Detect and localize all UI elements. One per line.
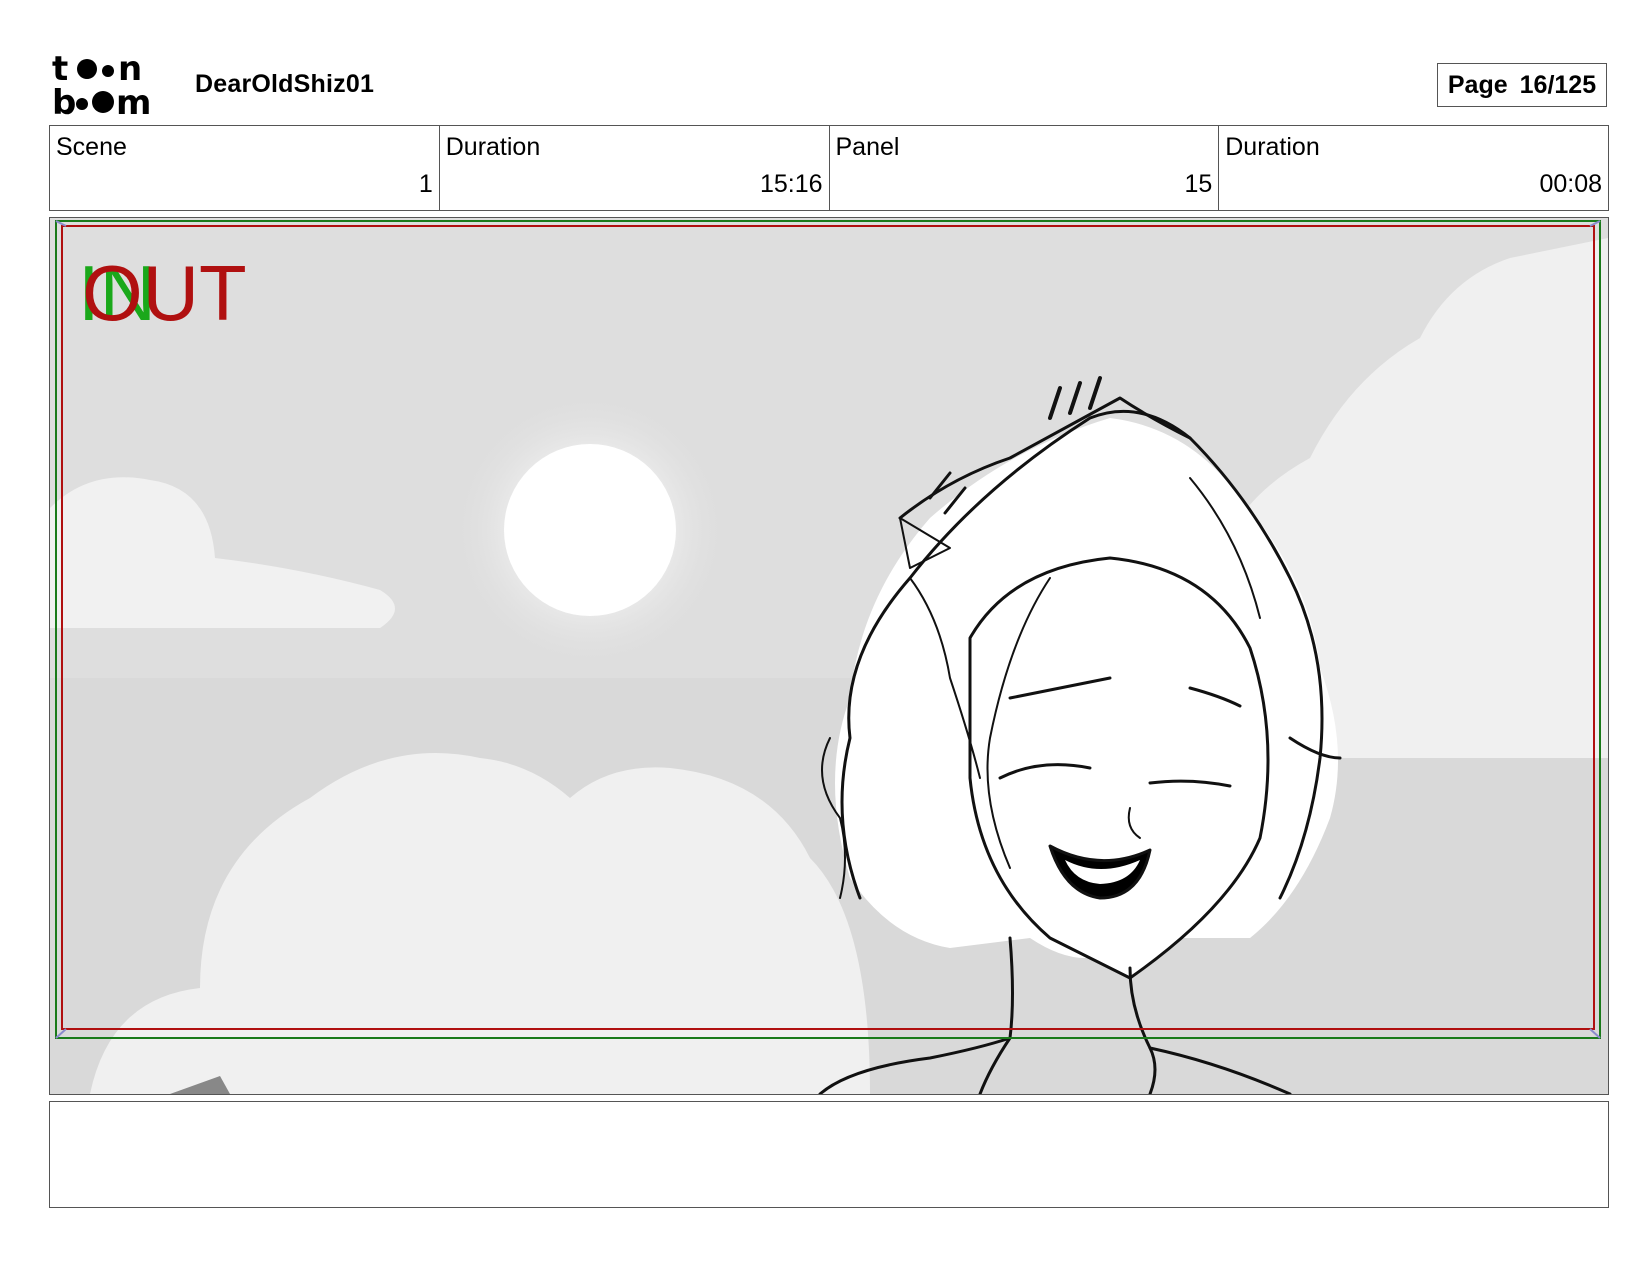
panel-label: Panel	[835, 133, 900, 161]
panel-artwork	[50, 218, 1608, 1094]
panel-duration-value: 00:08	[1539, 170, 1602, 198]
scene-value: 1	[418, 170, 433, 198]
page-value: 16/125	[1519, 70, 1597, 99]
svg-text:m: m	[116, 83, 151, 118]
out-marker-label: OUT	[82, 249, 247, 337]
scene-label: Scene	[56, 133, 127, 161]
scene-duration-label: Duration	[445, 133, 541, 161]
storyboard-panel: IN OUT	[49, 217, 1609, 1095]
panel-value: 15	[1184, 170, 1213, 198]
svg-text:b: b	[52, 83, 76, 118]
page-indicator: Page 16/125	[1437, 63, 1607, 107]
scene-duration-cell: Duration 15:16	[440, 126, 830, 210]
panel-cell: Panel 15	[830, 126, 1220, 210]
scene-duration-value: 15:16	[759, 170, 823, 198]
shot-info-table: Scene 1 Duration 15:16 Panel 15 Duration…	[49, 125, 1609, 211]
panel-notes-box[interactable]	[49, 1101, 1609, 1208]
panel-duration-cell: Duration 00:08	[1219, 126, 1608, 210]
toon-boom-logo: t n b m	[52, 52, 151, 118]
sun	[504, 444, 676, 616]
scene-cell: Scene 1	[50, 126, 440, 210]
project-title: DearOldShiz01	[195, 70, 375, 98]
page-label: Page	[1447, 70, 1508, 99]
panel-duration-label: Duration	[1225, 133, 1320, 161]
